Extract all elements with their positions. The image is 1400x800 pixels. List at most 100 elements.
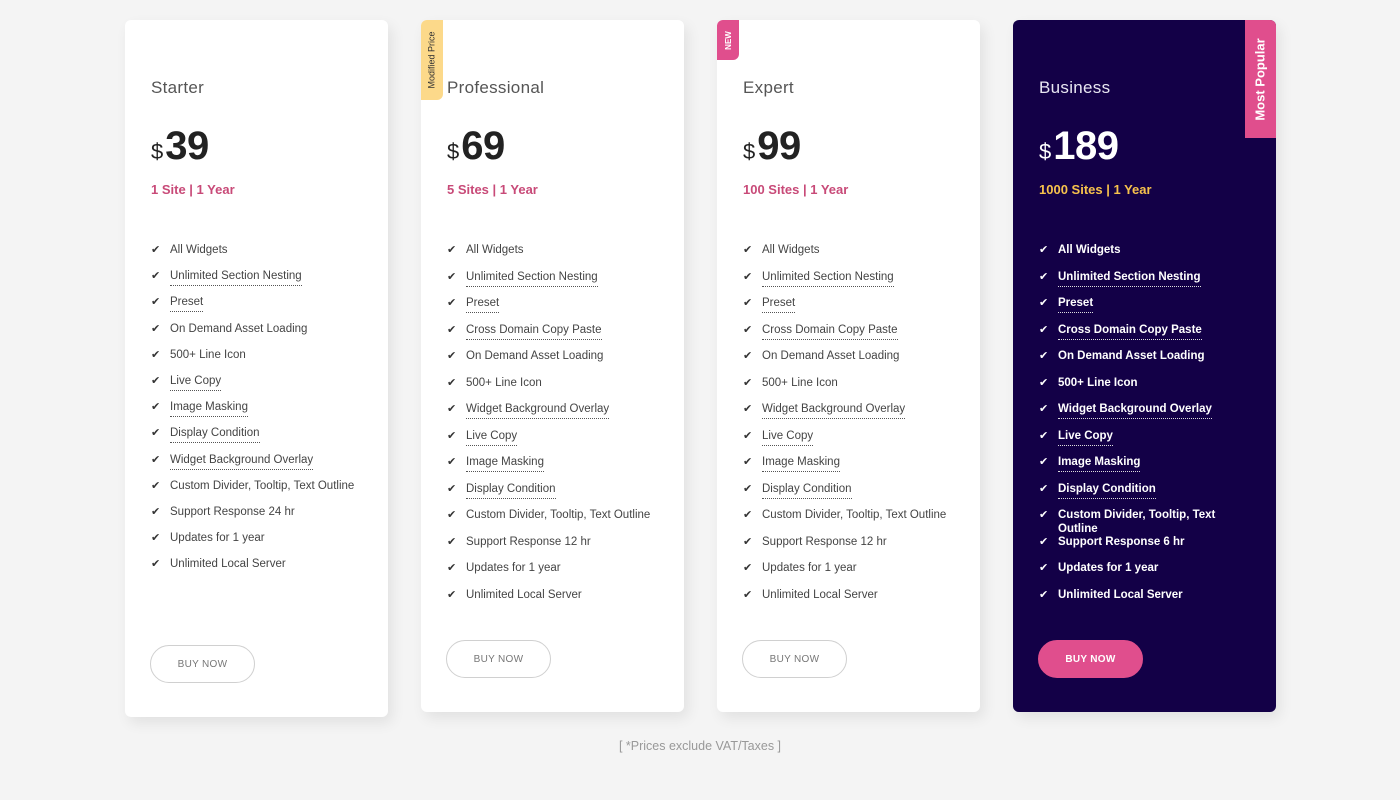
feature-item: ✔ All Widgets [447,243,658,270]
feature-item: ✔ On Demand Asset Loading [447,349,658,376]
feature-item: ✔ All Widgets [743,243,954,270]
feature-text: Support Response 12 hr [762,535,887,548]
feature-tooltip-text[interactable]: Unlimited Section Nesting [170,269,302,287]
feature-tooltip-text[interactable]: Image Masking [1058,455,1141,472]
buy-now-button[interactable]: BUY NOW [742,640,847,678]
plan-price: $ 69 [447,126,658,166]
check-icon: ✔ [743,562,753,574]
check-icon: ✔ [447,350,457,362]
feature-item: ✔ Unlimited Local Server [1039,588,1250,615]
check-icon: ✔ [743,244,753,256]
feature-list: ✔ All Widgets ✔ Unlimited Section Nesting ✔ P… [447,243,658,614]
pricing-cards: Starter $ 39 1 Site | 1 Year ✔ All Widget… [125,20,1276,717]
buy-now-button[interactable]: BUY NOW [1038,640,1143,678]
check-icon: ✔ [1039,535,1049,548]
feature-tooltip-text[interactable]: Display Condition [1058,482,1156,499]
feature-item: ✔ Live Copy [151,374,362,400]
feature-tooltip-text[interactable]: Live Copy [762,429,814,446]
feature-tooltip-text[interactable]: Cross Domain Copy Paste [466,323,602,340]
feature-text: All Widgets [762,244,820,256]
feature-item: ✔ Unlimited Section Nesting [1039,270,1250,297]
feature-text: Custom Divider, Tooltip, Text Outline [762,509,947,521]
feature-tooltip-text[interactable]: Unlimited Section Nesting [762,270,894,287]
plan-sites: 1 Site | 1 Year [151,182,235,197]
plan-price: $ 189 [1039,126,1250,166]
check-icon: ✔ [1039,588,1049,601]
check-icon: ✔ [1039,244,1049,256]
check-icon: ✔ [447,376,457,389]
feature-text: All Widgets [170,244,228,256]
feature-text: Support Response 6 hr [1058,535,1185,548]
check-icon: ✔ [1039,482,1049,495]
check-icon: ✔ [151,296,161,309]
feature-tooltip-text[interactable]: Preset [170,295,204,313]
feature-text: On Demand Asset Loading [762,350,900,362]
feature-item: ✔ Display Condition [151,426,362,452]
price-amount: 69 [461,124,505,168]
check-icon: ✔ [743,535,753,548]
check-icon: ✔ [151,427,161,440]
check-icon: ✔ [743,297,753,309]
plan-card-starter: Starter $ 39 1 Site | 1 Year ✔ All Widget… [125,20,388,717]
plan-price: $ 99 [743,126,954,166]
check-icon: ✔ [447,535,457,548]
feature-item: ✔ Cross Domain Copy Paste [1039,323,1250,350]
feature-tooltip-text[interactable]: Widget Background Overlay [170,453,314,470]
feature-tooltip-text[interactable]: Preset [762,296,796,313]
feature-text: Custom Divider, Tooltip, Text Outline [170,479,355,492]
plan-name: Business [1039,78,1111,97]
feature-tooltip-text[interactable]: Display Condition [466,482,556,499]
feature-tooltip-text[interactable]: Display Condition [762,482,852,499]
feature-tooltip-text[interactable]: Widget Background Overlay [762,402,906,419]
feature-text: Unlimited Local Server [762,588,878,601]
feature-tooltip-text[interactable]: Unlimited Section Nesting [1058,270,1201,287]
check-icon: ✔ [151,270,161,283]
feature-tooltip-text[interactable]: Cross Domain Copy Paste [1058,323,1202,340]
check-icon: ✔ [743,376,753,389]
feature-text: Unlimited Local Server [1058,588,1183,601]
buy-now-button[interactable]: BUY NOW [150,645,255,683]
feature-item: ✔ Unlimited Section Nesting [151,269,362,295]
price-amount: 39 [165,124,209,168]
feature-item: ✔ Preset [151,295,362,321]
feature-item: ✔ Preset [1039,296,1250,323]
feature-tooltip-text[interactable]: Image Masking [762,455,840,472]
feature-tooltip-text[interactable]: Live Copy [466,429,518,446]
plan-name: Professional [447,78,545,97]
plan-card-expert: NEW Expert $ 99 100 Sites | 1 Year ✔ All … [717,20,980,712]
feature-item: ✔ Unlimited Local Server [743,588,954,615]
feature-item: ✔ Cross Domain Copy Paste [447,323,658,350]
check-icon: ✔ [151,453,161,466]
feature-item: ✔ Image Masking [743,455,954,482]
check-icon: ✔ [1039,429,1049,442]
check-icon: ✔ [1039,323,1049,336]
feature-item: ✔ Live Copy [1039,429,1250,456]
feature-tooltip-text[interactable]: Image Masking [466,455,544,472]
check-icon: ✔ [447,562,457,574]
feature-item: ✔ 500+ Line Icon [447,376,658,403]
feature-tooltip-text[interactable]: Unlimited Section Nesting [466,270,598,287]
check-icon: ✔ [743,456,753,468]
feature-text: Support Response 12 hr [466,535,591,548]
feature-tooltip-text[interactable]: Preset [466,296,500,313]
feature-tooltip-text[interactable]: Live Copy [170,374,222,391]
feature-tooltip-text[interactable]: Cross Domain Copy Paste [762,323,898,340]
check-icon: ✔ [151,374,161,387]
feature-tooltip-text[interactable]: Widget Background Overlay [1058,402,1212,419]
check-icon: ✔ [151,479,161,492]
feature-item: ✔ Live Copy [447,429,658,456]
feature-item: ✔ Display Condition [1039,482,1250,509]
feature-tooltip-text[interactable]: Image Masking [170,400,248,418]
buy-now-button[interactable]: BUY NOW [446,640,551,678]
check-icon: ✔ [447,297,457,309]
tax-note: [ *Prices exclude VAT/Taxes ] [618,739,782,753]
feature-tooltip-text[interactable]: Widget Background Overlay [466,402,610,419]
feature-tooltip-text[interactable]: Live Copy [1058,429,1113,446]
feature-tooltip-text[interactable]: Preset [1058,296,1094,313]
price-amount: 99 [757,124,801,168]
feature-tooltip-text[interactable]: Display Condition [170,426,260,444]
plan-sites: 100 Sites | 1 Year [743,182,849,197]
feature-item: ✔ All Widgets [1039,243,1250,270]
check-icon: ✔ [447,270,457,283]
check-icon: ✔ [743,429,753,442]
